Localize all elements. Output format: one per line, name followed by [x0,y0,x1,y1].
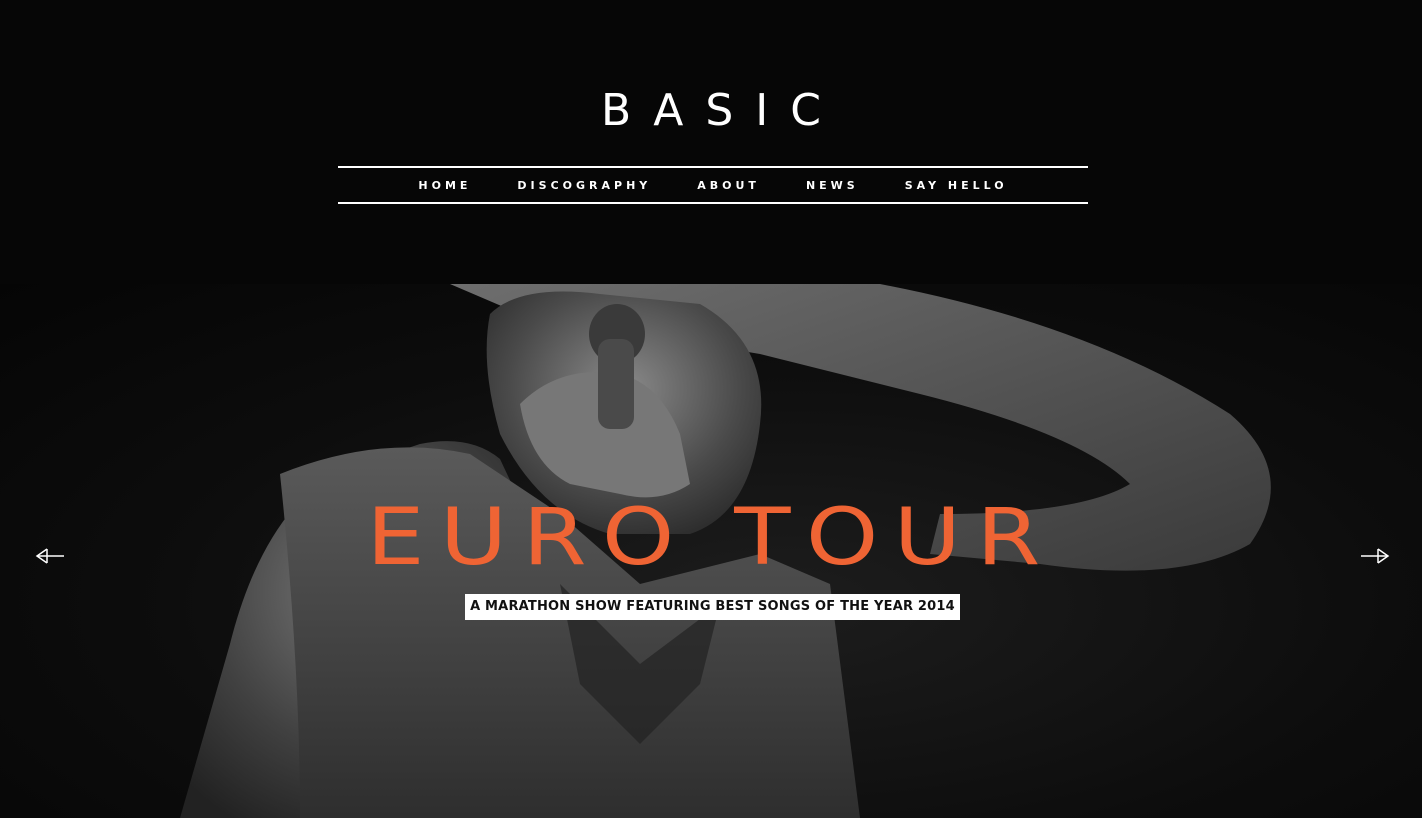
nav-about[interactable]: ABOUT [697,179,760,192]
site-logo[interactable]: BASIC [0,84,1422,138]
site-header: BASIC HOME DISCOGRAPHY ABOUT NEWS SAY HE… [0,0,1422,284]
nav-news[interactable]: NEWS [806,179,859,192]
hero-slider: EURO TOUR A MARATHON SHOW FEATURING BEST… [0,284,1422,818]
nav-discography[interactable]: DISCOGRAPHY [517,179,651,192]
main-nav: HOME DISCOGRAPHY ABOUT NEWS SAY HELLO [338,166,1088,204]
hero-title: EURO TOUR [366,493,1056,583]
nav-say-hello[interactable]: SAY HELLO [905,179,1008,192]
nav-home[interactable]: HOME [418,179,471,192]
hero-subtitle: A MARATHON SHOW FEATURING BEST SONGS OF … [465,594,960,620]
